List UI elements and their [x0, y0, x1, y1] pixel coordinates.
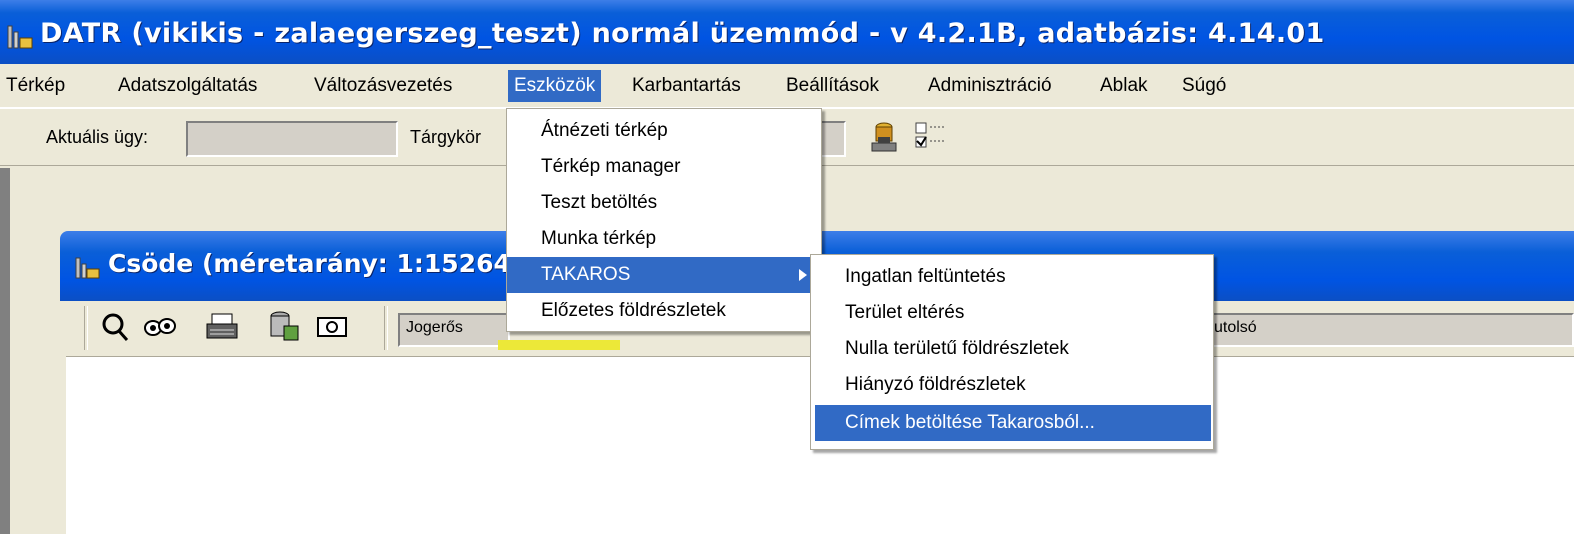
jogeros-field[interactable]: Jogerős	[398, 313, 510, 347]
menu-adatszolgaltatas[interactable]: Adatszolgáltatás	[112, 70, 263, 102]
aktualis-ugy-label: Aktuális ügy:	[46, 127, 149, 147]
menu-item-nulla-teruletu[interactable]: Nulla területű földrészletek	[811, 331, 1213, 367]
menu-valtozasvezetes[interactable]: Változásvezetés	[308, 70, 458, 102]
menu-item-cimek-betoltese[interactable]: Címek betöltése Takarosból...	[815, 405, 1211, 441]
screen-capture-icon[interactable]	[312, 306, 352, 348]
menu-item-munka-terkep[interactable]: Munka térkép	[507, 221, 821, 257]
menu-terkep[interactable]: Térkép	[0, 70, 71, 102]
menu-beallitasok[interactable]: Beállítások	[780, 70, 885, 102]
database-user-icon[interactable]	[866, 119, 902, 157]
printer-icon[interactable]	[202, 306, 242, 348]
app-icon	[7, 25, 33, 49]
eszkozok-menu: Átnézeti térkép Térkép manager Teszt bet…	[506, 108, 822, 332]
menubar: Térkép Adatszolgáltatás Változásvezetés …	[0, 64, 1574, 108]
menu-ablak[interactable]: Ablak	[1094, 70, 1154, 102]
status-indicator	[498, 340, 620, 350]
toolbar-separator-2	[384, 306, 388, 350]
menu-item-atnezeti-terkep[interactable]: Átnézeti térkép	[507, 113, 821, 149]
takaros-submenu: Ingatlan feltüntetés Terület eltérés Nul…	[810, 254, 1214, 450]
window-title: DATR (vikikis - zalaegerszeg_teszt) norm…	[40, 18, 1325, 49]
targykor-label: Tárgykör	[410, 127, 482, 147]
submenu-arrow-icon	[799, 269, 807, 281]
binoculars-icon[interactable]	[140, 306, 180, 348]
checklist-icon[interactable]	[914, 119, 950, 157]
targykor-field[interactable]	[820, 121, 846, 157]
aktualis-ugy-field[interactable]	[186, 121, 398, 157]
menu-item-takaros-label: TAKAROS	[541, 264, 631, 285]
menu-sugo[interactable]: Súgó	[1176, 70, 1232, 102]
magnifier-icon[interactable]	[96, 306, 136, 348]
utolso-field[interactable]: utolsó	[1208, 313, 1574, 347]
child-window-icon	[75, 257, 100, 279]
menu-adminisztracio[interactable]: Adminisztráció	[922, 70, 1058, 102]
menu-item-teszt-betoltes[interactable]: Teszt betöltés	[507, 185, 821, 221]
menu-item-terulet-elteres[interactable]: Terület eltérés	[811, 295, 1213, 331]
toolbar-separator	[84, 306, 88, 350]
child-window-title: Csöde (méretarány: 1:15264	[108, 249, 511, 278]
menu-item-ingatlan-feltuntetes[interactable]: Ingatlan feltüntetés	[811, 259, 1213, 295]
menu-item-elozetes-foldreszletek[interactable]: Előzetes földrészletek	[507, 293, 821, 329]
menu-eszkozok[interactable]: Eszközök	[508, 70, 602, 102]
window-titlebar[interactable]: DATR (vikikis - zalaegerszeg_teszt) norm…	[0, 0, 1574, 64]
menu-item-hianyzo-foldreszletek[interactable]: Hiányzó földrészletek	[811, 367, 1213, 403]
database-settings-icon[interactable]	[264, 306, 304, 348]
menu-karbantartas[interactable]: Karbantartás	[626, 70, 747, 102]
menu-item-takaros[interactable]: TAKAROS	[507, 257, 821, 293]
menu-item-terkep-manager[interactable]: Térkép manager	[507, 149, 821, 185]
